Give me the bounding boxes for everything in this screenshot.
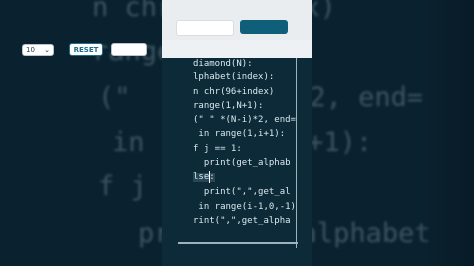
code-line[interactable]: in range(1,i+1): [193,130,285,139]
edge-shade [414,0,474,266]
code-line[interactable]: (" " *(N-i)*2, end= [193,116,296,125]
tab-code[interactable] [240,20,288,34]
font-size-value: 10 [26,46,35,54]
code-line[interactable]: lphabet(index): [193,73,274,82]
code-line[interactable]: print(get_alphab [193,159,291,168]
text-cursor [209,171,210,183]
code-line[interactable]: diamond(N): [193,60,253,69]
tab-input[interactable] [176,20,234,36]
toolbar-button[interactable] [111,43,147,56]
code-line[interactable]: range(1,N+1): [193,102,263,111]
editor-toolbar [162,40,312,58]
code-line[interactable]: print(",",get_al [193,188,291,197]
code-line[interactable]: n chr(96+index) [193,88,274,97]
reset-button[interactable]: RESET [69,43,103,56]
font-size-select[interactable]: 10 ⌄ [22,44,54,56]
code-line[interactable]: f j == 1: [193,145,242,154]
chevron-down-icon: ⌄ [44,46,50,54]
code-line[interactable]: in range(i-1,0,-1) [193,203,296,212]
code-line[interactable]: rint(",",get_alpha [193,217,291,226]
tab-bar [162,0,312,40]
code-line-highlighted[interactable]: lse: [193,173,215,182]
editor-border-bottom [178,242,298,244]
editor-border-right [296,58,297,248]
